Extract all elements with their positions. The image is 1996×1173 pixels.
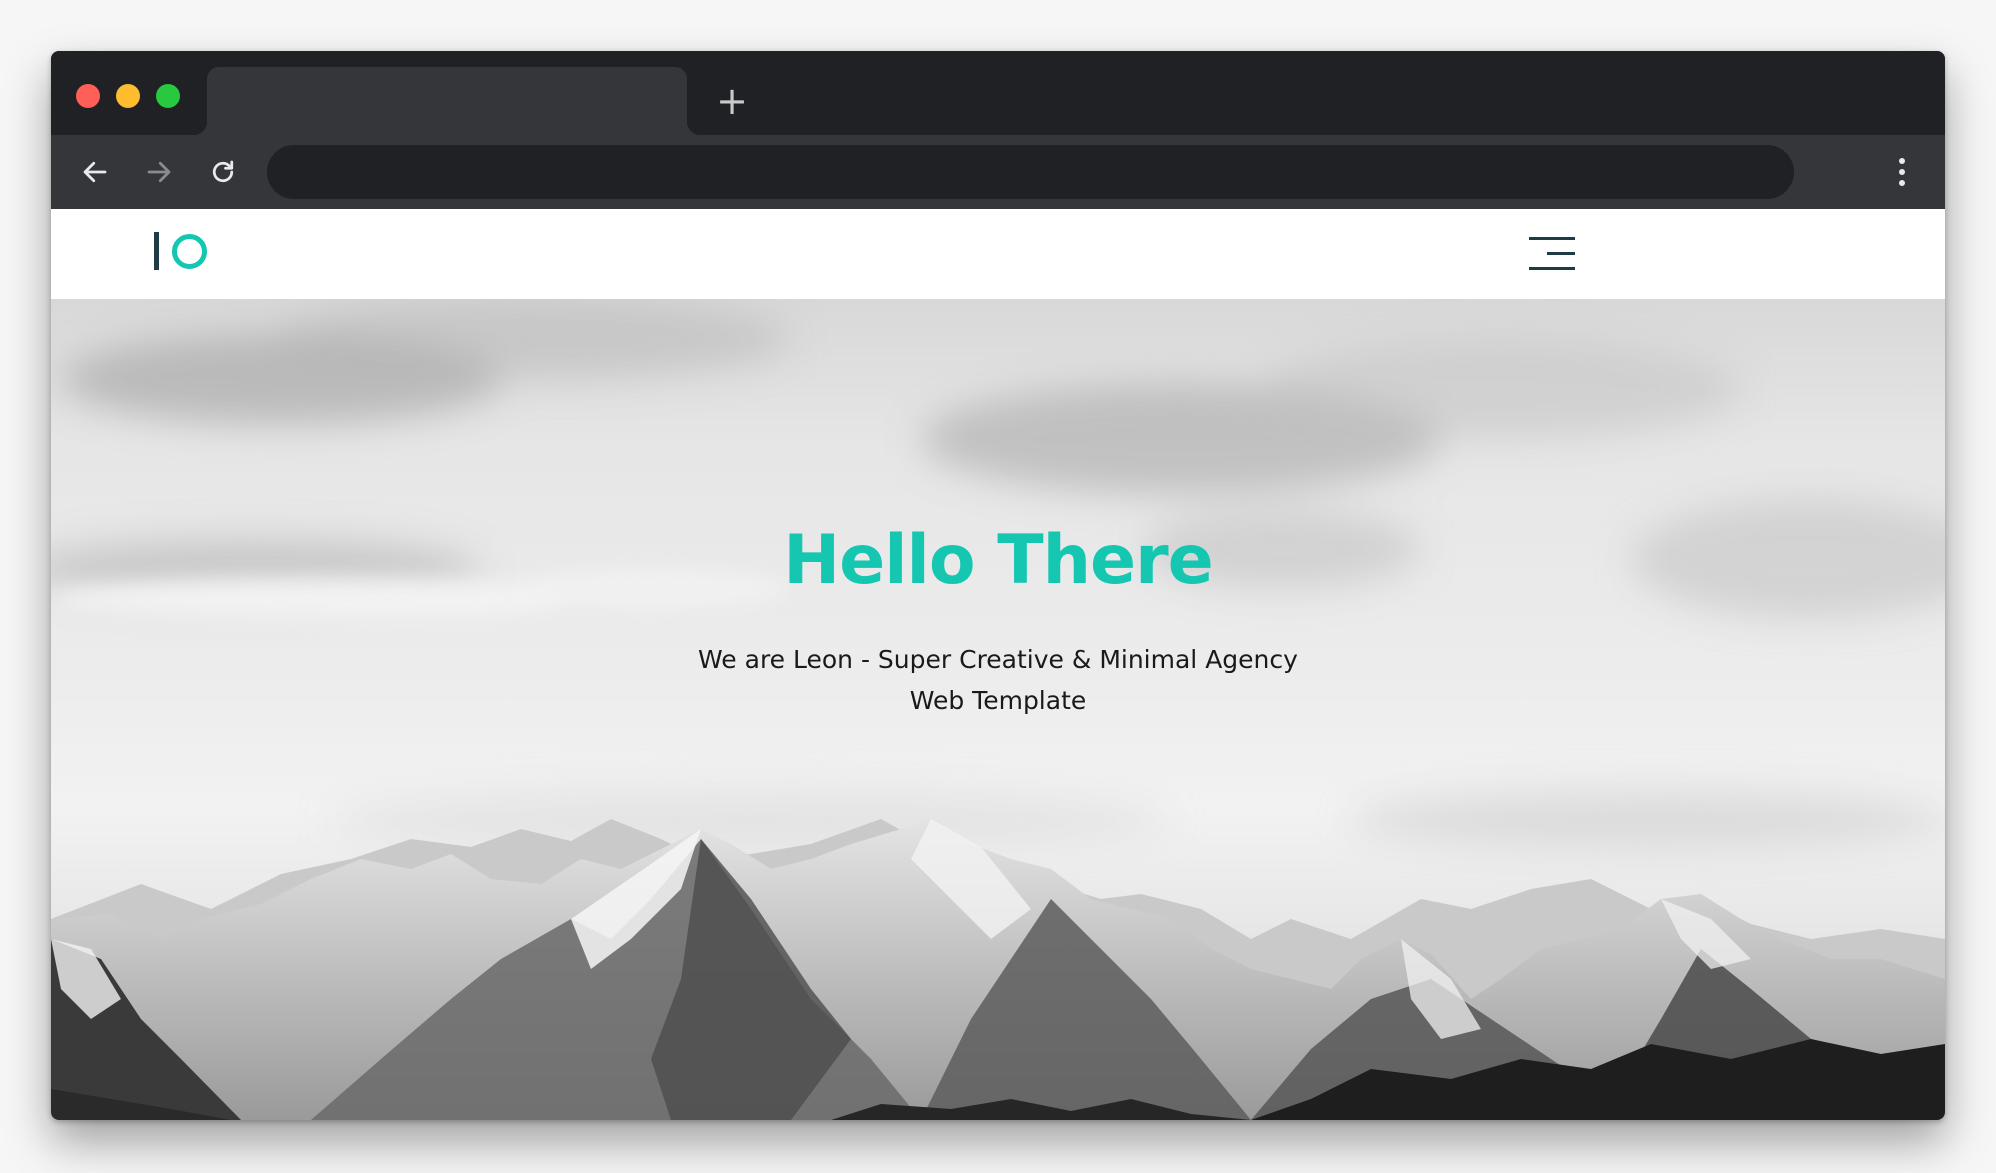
kebab-dot-icon (1899, 180, 1905, 186)
browser-titlebar: + (51, 51, 1945, 135)
reload-icon (212, 160, 234, 183)
hero-title: Hello There (783, 521, 1214, 600)
minimize-window-button[interactable] (116, 84, 140, 108)
logo-ring-mark (172, 233, 207, 269)
forward-button[interactable] (134, 147, 184, 197)
kebab-dot-icon (1899, 169, 1905, 175)
close-window-button[interactable] (76, 84, 100, 108)
hero-subtitle: We are Leon - Super Creative & Minimal A… (698, 645, 1298, 715)
new-tab-button[interactable]: + (712, 81, 752, 121)
logo-bar-mark (154, 232, 159, 270)
hero-section: Hello There We are Leon - Super Creative… (51, 299, 1945, 1120)
browser-menu-button[interactable] (1887, 147, 1917, 197)
browser-toolbar (51, 135, 1945, 209)
site-logo[interactable] (154, 231, 207, 271)
site-header (51, 209, 1945, 299)
arrow-left-icon (83, 161, 107, 183)
kebab-dot-icon (1899, 158, 1905, 164)
hamburger-menu-icon[interactable] (1527, 237, 1575, 273)
browser-tab[interactable] (193, 67, 701, 135)
arrow-right-icon (147, 161, 171, 183)
maximize-window-button[interactable] (156, 84, 180, 108)
address-bar[interactable] (267, 145, 1794, 199)
browser-window: + Hello There We are Leon - Super Creati… (51, 51, 1945, 1120)
back-button[interactable] (70, 147, 120, 197)
page-viewport: Hello There We are Leon - Super Creative… (51, 209, 1945, 1120)
reload-button[interactable] (198, 147, 248, 197)
